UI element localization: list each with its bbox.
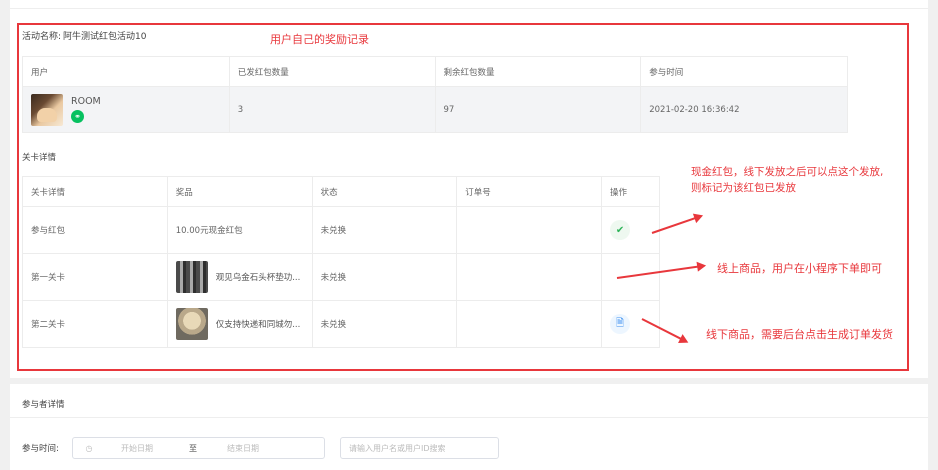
divider: [10, 417, 928, 418]
level-name: 第二关卡: [22, 300, 168, 348]
annotation-cash-2: 则标记为该红包已发放: [691, 182, 796, 194]
levels-title: 关卡详情: [22, 153, 57, 163]
annotation-online: 线上商品，用户在小程序下单即可: [717, 262, 882, 275]
search-input[interactable]: [340, 437, 499, 459]
table-row: 第一关卡 观见乌金石头杯垫功... 未兑换: [22, 253, 660, 301]
mini-program-icon: ⚭: [71, 110, 84, 123]
annotation-cash-1: 现金红包，线下发放之后可以点这个发放,: [691, 166, 884, 178]
prize-name: 观见乌金石头杯垫功...: [215, 273, 301, 283]
time-filter-label: 参与时间:: [22, 444, 59, 454]
col-header-prize: 奖品: [167, 176, 313, 207]
order-number: [456, 300, 603, 348]
prize-cell: 观见乌金石头杯垫功...: [167, 253, 313, 301]
start-date-placeholder[interactable]: 开始日期: [121, 443, 179, 454]
col-header-remaining: 剩余红包数量: [434, 56, 642, 87]
user-cell: ROOM ⚭: [22, 86, 230, 133]
level-name: 第一关卡: [22, 253, 168, 301]
order-number: [456, 253, 603, 301]
activity-info: 活动名称: 阿牛测试红包活动10: [22, 29, 149, 42]
prize-name: 仅支持快递和同城勿...: [215, 320, 301, 330]
user-name: ROOM: [71, 96, 101, 107]
activity-label: 活动名称:: [22, 32, 62, 42]
remaining-count: 97: [434, 86, 642, 133]
table-row: 参与红包 10.00元现金红包 未兑换 ✔: [22, 206, 660, 254]
order-number: [456, 206, 603, 254]
level-name: 参与红包: [22, 206, 168, 254]
col-header-level: 关卡详情: [22, 176, 168, 207]
page: 活动名称: 阿牛测试红包活动10 用户 已发红包数量 剩余红包数量 参与时间 RO…: [0, 0, 938, 470]
check-icon[interactable]: ✔: [610, 220, 631, 240]
table-row: 第二关卡 仅支持快递和同城勿... 未兑换 🗎: [22, 300, 660, 348]
status: 未兑换: [312, 300, 458, 348]
levels-header-row: 关卡详情 奖品 状态 订单号 操作: [22, 176, 660, 207]
col-header-user: 用户: [22, 56, 230, 87]
records-table: 用户 已发红包数量 剩余红包数量 参与时间 ROOM ⚭ 3 97 2021-0…: [22, 56, 848, 133]
col-header-action: 操作: [601, 176, 660, 207]
prize-name: 10.00元现金红包: [167, 206, 313, 254]
col-header-status: 状态: [312, 176, 458, 207]
annotation-records: 用户自己的奖励记录: [270, 33, 369, 46]
status: 未兑换: [312, 206, 458, 254]
product-thumbnail: [175, 308, 208, 340]
activity-name: 阿牛测试红包活动10: [63, 32, 147, 42]
annotation-offline: 线下商品，需要后台点击生成订单发货: [706, 328, 893, 341]
col-header-sent: 已发红包数量: [228, 56, 436, 87]
sent-count: 3: [228, 86, 436, 133]
document-icon[interactable]: 🗎: [610, 314, 631, 334]
action-cell: ✔: [601, 206, 660, 254]
table-row: ROOM ⚭ 3 97 2021-02-20 16:36:42: [22, 86, 848, 133]
range-separator: 至: [189, 443, 197, 453]
avatar: [31, 93, 63, 126]
participants-title: 参与者详情: [22, 400, 65, 410]
prize-cell: 仅支持快递和同城勿...: [167, 300, 313, 348]
records-header-row: 用户 已发红包数量 剩余红包数量 参与时间: [22, 56, 848, 87]
join-time: 2021-02-20 16:36:42: [640, 86, 848, 133]
levels-table: 关卡详情 奖品 状态 订单号 操作 参与红包 10.00元现金红包 未兑换 ✔ …: [22, 176, 660, 348]
col-header-order: 订单号: [456, 176, 603, 207]
date-range-picker[interactable]: ◷ 开始日期 至 结束日期: [72, 437, 325, 459]
product-thumbnail: [175, 261, 208, 293]
participants-card: 参与者详情 参与时间: ◷ 开始日期 至 结束日期: [10, 384, 928, 470]
divider: [10, 8, 928, 9]
status: 未兑换: [312, 253, 458, 301]
clock-icon: ◷: [85, 443, 93, 453]
col-header-time: 参与时间: [640, 56, 848, 87]
end-date-placeholder[interactable]: 结束日期: [227, 443, 259, 454]
